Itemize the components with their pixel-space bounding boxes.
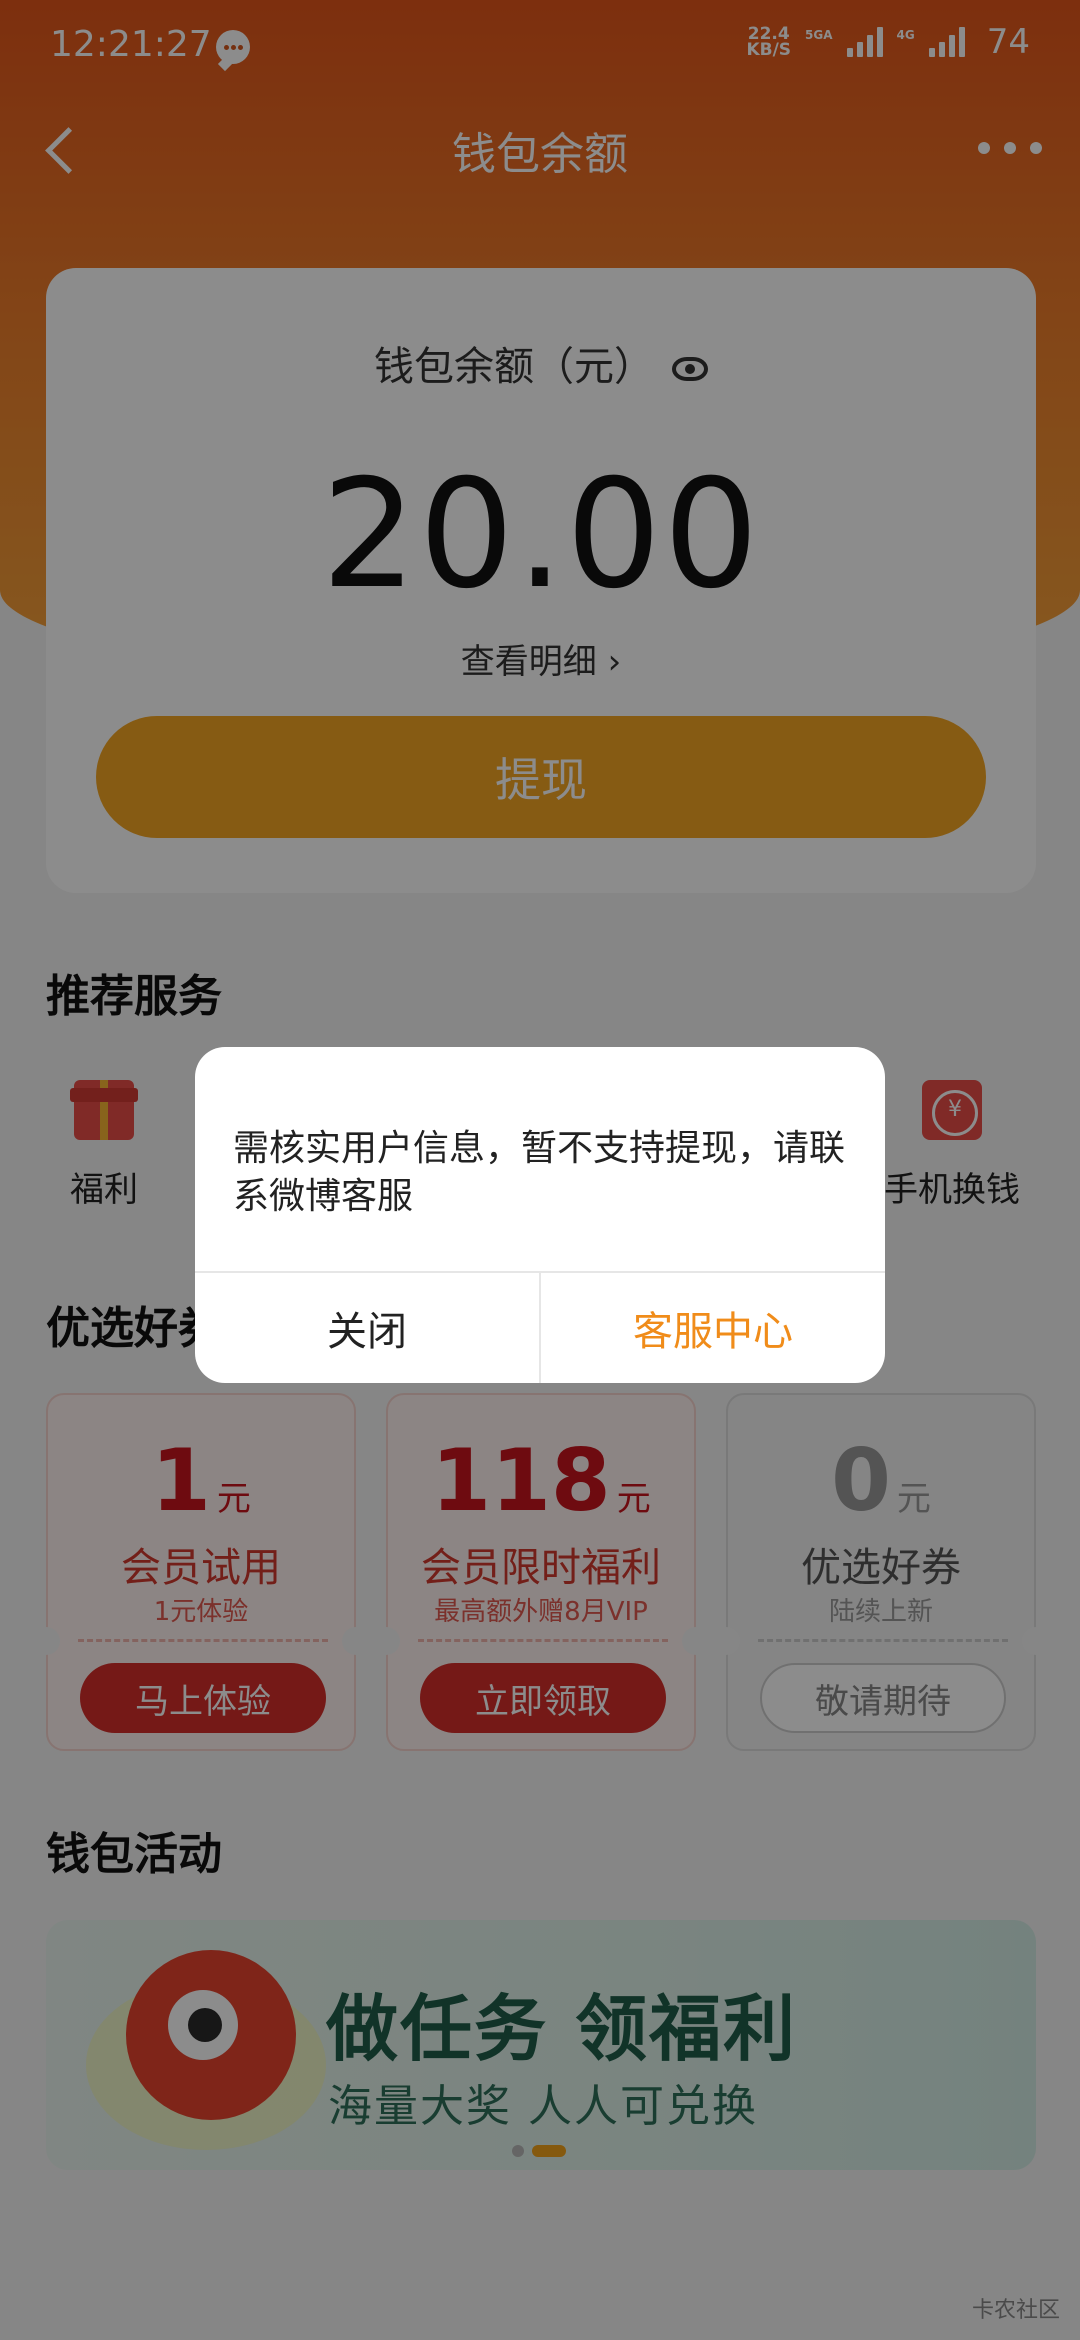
close-button[interactable]: 关闭 <box>195 1273 541 1383</box>
customer-service-button[interactable]: 客服中心 <box>541 1273 885 1383</box>
alert-dialog: 需核实用户信息，暂不支持提现，请联系微博客服 关闭 客服中心 <box>195 1047 885 1383</box>
dialog-message: 需核实用户信息，暂不支持提现，请联系微博客服 <box>233 1128 846 1217</box>
dialog-actions: 关闭 客服中心 <box>195 1271 885 1383</box>
